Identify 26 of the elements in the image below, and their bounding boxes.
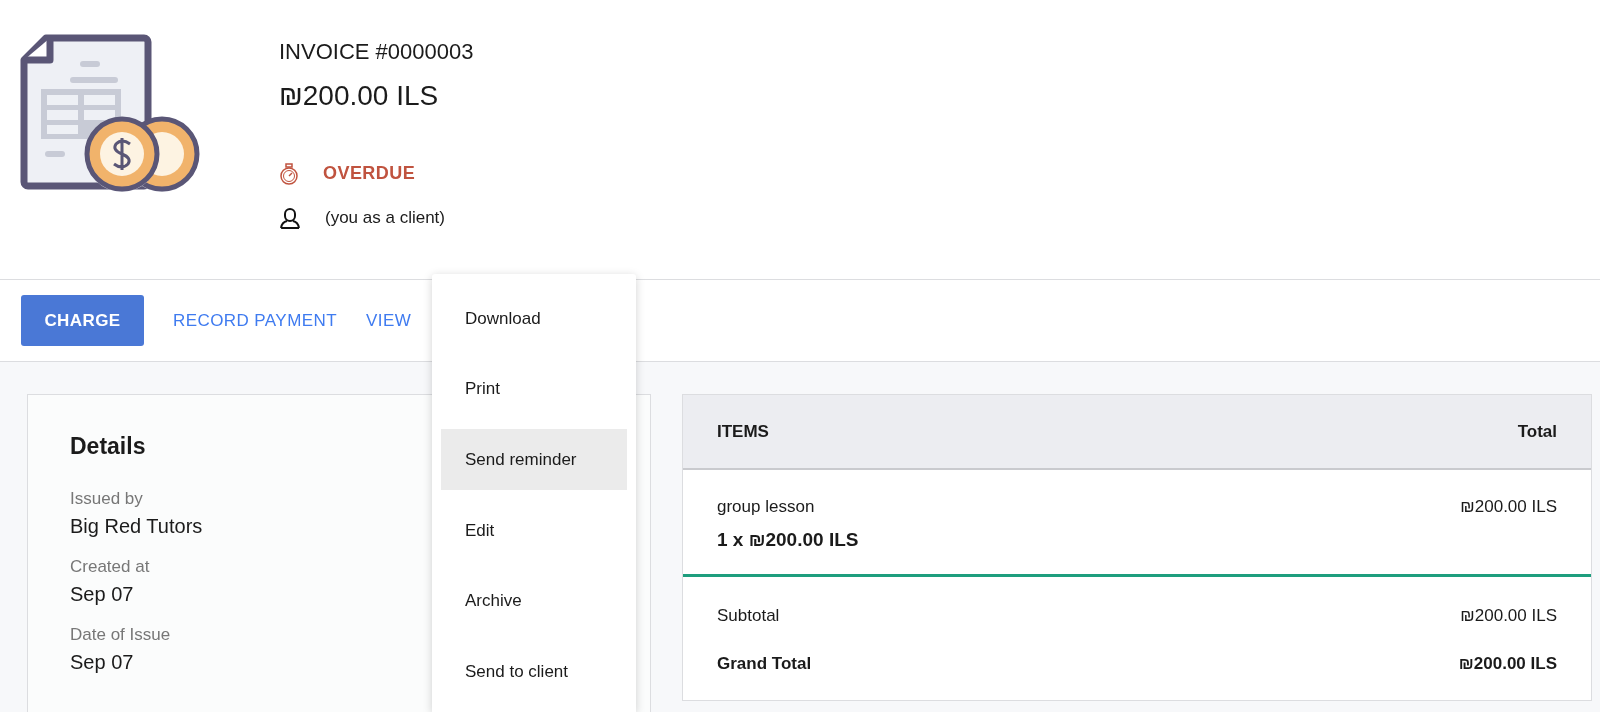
field-value: Big Red Tutors xyxy=(70,513,203,539)
field-value: Sep 07 xyxy=(70,581,134,607)
invoice-amount: ₪200.00 ILS xyxy=(279,79,440,113)
person-icon xyxy=(279,206,301,229)
item-name: group lesson xyxy=(717,496,816,518)
details-title: Details xyxy=(70,432,146,461)
field-value: Sep 07 xyxy=(70,649,134,675)
action-link[interactable]: VIEW xyxy=(366,307,412,334)
field-label: Created at xyxy=(70,555,150,578)
client-label: (you as a client) xyxy=(325,207,445,229)
status-label: OVERDUE xyxy=(323,162,416,185)
subtotal-label: Subtotal xyxy=(717,605,780,627)
item-quantity: 1 x ₪200.00 ILS xyxy=(717,527,859,552)
grand-total-value: ₪200.00 ILS xyxy=(1458,652,1557,675)
field-label: Issued by xyxy=(70,487,143,510)
charge-button[interactable]: CHARGE xyxy=(21,295,144,346)
action-link[interactable]: RECORD PAYMENT xyxy=(173,307,337,334)
field-label: Date of Issue xyxy=(70,623,171,646)
menu-item[interactable]: Send reminder xyxy=(441,429,627,490)
invoice-title: INVOICE #0000003 xyxy=(279,38,474,66)
item-total: ₪200.00 ILS xyxy=(1460,496,1557,518)
column-header: ITEMS xyxy=(717,420,769,443)
grand-total-label: Grand Total xyxy=(717,652,812,675)
column-header: Total xyxy=(1517,420,1557,443)
subtotal-value: ₪200.00 ILS xyxy=(1460,605,1557,627)
stopwatch-icon xyxy=(279,162,299,185)
